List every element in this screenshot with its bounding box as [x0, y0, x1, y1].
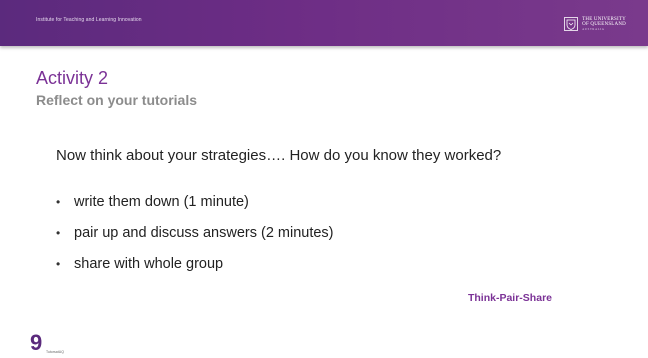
- bullet-item: • pair up and discuss answers (2 minutes…: [56, 224, 334, 242]
- header-org-text: Institute for Teaching and Learning Inno…: [36, 17, 142, 23]
- intro-text: Now think about your strategies…. How do…: [56, 147, 502, 164]
- bullet-list: • write them down (1 minute) • pair up a…: [56, 193, 334, 286]
- slide-title: Activity 2: [36, 68, 109, 88]
- bullet-text: share with whole group: [74, 256, 224, 272]
- uq-wordmark: THE UNIVERSITY OF QUEENSLAND AUSTRALIA: [582, 17, 626, 31]
- bullet-text: write them down (1 minute): [74, 194, 249, 210]
- slide-header: Institute for Teaching and Learning Inno…: [0, 0, 648, 46]
- bullet-dot-icon: •: [56, 195, 61, 209]
- slide-subtitle: Reflect on your tutorials: [36, 92, 198, 108]
- university-logo: THE UNIVERSITY OF QUEENSLAND AUSTRALIA: [564, 14, 626, 34]
- bullet-text: pair up and discuss answers (2 minutes): [74, 225, 334, 241]
- bullet-dot-icon: •: [56, 226, 61, 240]
- bullet-item: • share with whole group: [56, 255, 334, 273]
- bullet-dot-icon: •: [56, 257, 61, 271]
- bullet-item: • write them down (1 minute): [56, 193, 334, 211]
- page-number: 9: [30, 330, 43, 355]
- uq-crest-icon: [564, 17, 579, 31]
- think-pair-share-label: Think-Pair-Share: [467, 292, 552, 304]
- footer-tag: TutorsatUQ: [46, 350, 64, 354]
- uq-line-3: AUSTRALIA: [582, 27, 605, 31]
